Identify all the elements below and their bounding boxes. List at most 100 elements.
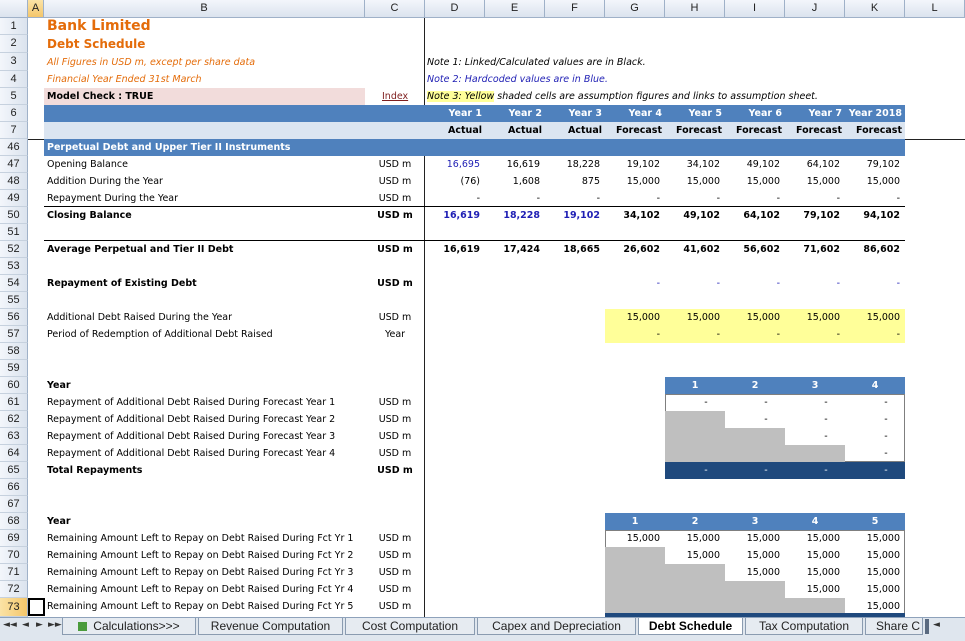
additional-raised-value[interactable]: 15,000: [845, 311, 900, 325]
repayment-value[interactable]: -: [665, 192, 720, 206]
remaining-fy2-value[interactable]: 15,000: [665, 549, 720, 563]
addition-value[interactable]: 15,000: [605, 175, 660, 189]
index-link[interactable]: Index: [382, 90, 408, 104]
addition-value[interactable]: 1,608: [485, 175, 540, 189]
sheet-tab-capex-depreciation[interactable]: Capex and Depreciation: [477, 618, 636, 635]
repayment-value[interactable]: -: [485, 192, 540, 206]
row-header-60[interactable]: 60: [0, 377, 28, 394]
row-header-7[interactable]: 7: [0, 122, 28, 139]
row-header-62[interactable]: 62: [0, 411, 28, 428]
row-header-65[interactable]: 65: [0, 462, 28, 479]
column-header-g[interactable]: G: [605, 0, 665, 18]
prev-sheet-button[interactable]: ◄: [22, 620, 29, 630]
row-header-55[interactable]: 55: [0, 292, 28, 309]
row-header-64[interactable]: 64: [0, 445, 28, 462]
column-header-j[interactable]: J: [785, 0, 845, 18]
row-header-46[interactable]: 46: [0, 139, 28, 156]
row-header-1[interactable]: 1: [0, 18, 28, 35]
repay-fy3-value[interactable]: -: [796, 430, 856, 444]
repay-fy2-value[interactable]: -: [856, 413, 916, 427]
redemption-period-value[interactable]: -: [845, 328, 900, 342]
redemption-period-value[interactable]: -: [665, 328, 720, 342]
remaining-fy3-value[interactable]: 15,000: [845, 566, 900, 580]
repayment-value[interactable]: -: [425, 192, 480, 206]
column-header-c[interactable]: C: [365, 0, 425, 18]
column-header-b[interactable]: B: [44, 0, 365, 18]
opening-balance-value[interactable]: 34,102: [665, 158, 720, 172]
first-sheet-button[interactable]: ◄◄: [3, 620, 17, 630]
opening-balance-value[interactable]: 16,619: [485, 158, 540, 172]
average-debt-value[interactable]: 16,619: [425, 243, 480, 257]
remaining-fy2-value[interactable]: 15,000: [785, 549, 840, 563]
remaining-fy1-value[interactable]: 15,000: [665, 532, 720, 546]
row-header-68[interactable]: 68: [0, 513, 28, 530]
row-header-53[interactable]: 53: [0, 258, 28, 275]
row-header-56[interactable]: 56: [0, 309, 28, 326]
row-header-48[interactable]: 48: [0, 173, 28, 190]
sheet-tab-debt-schedule[interactable]: Debt Schedule: [638, 618, 743, 635]
addition-value[interactable]: 15,000: [725, 175, 780, 189]
row-header-69[interactable]: 69: [0, 530, 28, 547]
row-header-73[interactable]: 73: [0, 598, 28, 617]
select-all-corner[interactable]: [0, 0, 28, 18]
remaining-fy2-value[interactable]: 15,000: [845, 549, 900, 563]
repayment-value[interactable]: -: [845, 192, 900, 206]
average-debt-value[interactable]: 26,602: [605, 243, 660, 257]
average-debt-value[interactable]: 71,602: [785, 243, 840, 257]
additional-raised-value[interactable]: 15,000: [605, 311, 660, 325]
row-header-50[interactable]: 50: [0, 207, 28, 224]
column-header-k[interactable]: K: [845, 0, 905, 18]
redemption-period-value[interactable]: -: [725, 328, 780, 342]
row-header-4[interactable]: 4: [0, 71, 28, 88]
remaining-fy4-value[interactable]: 15,000: [845, 583, 900, 597]
next-sheet-button[interactable]: ►: [36, 620, 43, 630]
closing-balance-value[interactable]: 19,102: [545, 209, 600, 223]
repayment-value[interactable]: -: [785, 192, 840, 206]
repay-fy1-value[interactable]: -: [676, 396, 736, 410]
row-header-66[interactable]: 66: [0, 479, 28, 496]
repay-existing-value[interactable]: -: [845, 277, 900, 291]
repay-fy2-value[interactable]: -: [736, 413, 796, 427]
row-header-2[interactable]: 2: [0, 35, 28, 53]
opening-balance-value[interactable]: 49,102: [725, 158, 780, 172]
additional-raised-value[interactable]: 15,000: [785, 311, 840, 325]
remaining-fy1-value[interactable]: 15,000: [605, 532, 660, 546]
closing-balance-value[interactable]: 34,102: [605, 209, 660, 223]
sheet-tab-revenue-computation[interactable]: Revenue Computation: [198, 618, 343, 635]
column-header-f[interactable]: F: [545, 0, 605, 18]
remaining-fy1-value[interactable]: 15,000: [845, 532, 900, 546]
column-header-e[interactable]: E: [485, 0, 545, 18]
repay-fy1-value[interactable]: -: [796, 396, 856, 410]
row-header-57[interactable]: 57: [0, 326, 28, 343]
active-cell-a73[interactable]: [28, 598, 45, 616]
closing-balance-value[interactable]: 16,619: [425, 209, 480, 223]
remaining-fy4-value[interactable]: 15,000: [785, 583, 840, 597]
closing-balance-value[interactable]: 18,228: [485, 209, 540, 223]
remaining-fy2-value[interactable]: 15,000: [725, 549, 780, 563]
addition-value[interactable]: 15,000: [785, 175, 840, 189]
average-debt-value[interactable]: 41,602: [665, 243, 720, 257]
remaining-fy3-value[interactable]: 15,000: [725, 566, 780, 580]
repay-existing-value[interactable]: -: [785, 277, 840, 291]
redemption-period-value[interactable]: -: [605, 328, 660, 342]
repayment-value[interactable]: -: [725, 192, 780, 206]
repayment-value[interactable]: -: [545, 192, 600, 206]
average-debt-value[interactable]: 17,424: [485, 243, 540, 257]
scroll-left-arrow-icon[interactable]: ◄: [933, 620, 940, 630]
row-header-67[interactable]: 67: [0, 496, 28, 513]
total-repayment-value[interactable]: -: [856, 464, 916, 478]
addition-value[interactable]: 875: [545, 175, 600, 189]
closing-balance-value[interactable]: 64,102: [725, 209, 780, 223]
total-repayment-value[interactable]: -: [796, 464, 856, 478]
row-header-58[interactable]: 58: [0, 343, 28, 360]
opening-balance-value[interactable]: 64,102: [785, 158, 840, 172]
row-header-51[interactable]: 51: [0, 224, 28, 241]
row-header-61[interactable]: 61: [0, 394, 28, 411]
row-header-47[interactable]: 47: [0, 156, 28, 173]
repay-fy2-value[interactable]: -: [796, 413, 856, 427]
row-header-54[interactable]: 54: [0, 275, 28, 292]
remaining-fy1-value[interactable]: 15,000: [785, 532, 840, 546]
remaining-fy1-value[interactable]: 15,000: [725, 532, 780, 546]
average-debt-value[interactable]: 56,602: [725, 243, 780, 257]
addition-value[interactable]: (76): [425, 175, 480, 189]
